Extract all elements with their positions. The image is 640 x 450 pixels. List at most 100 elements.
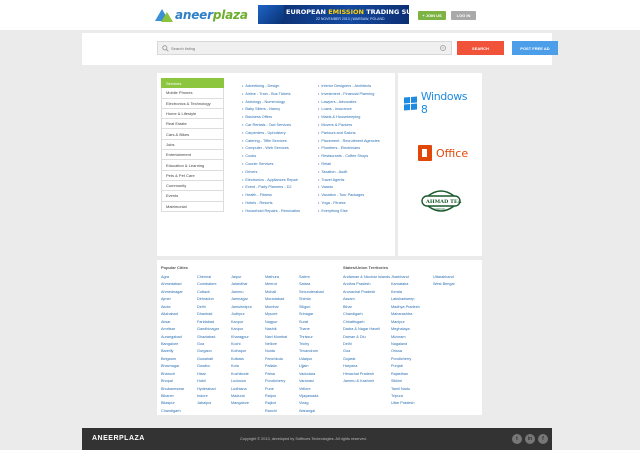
subcategory-link[interactable]: Household Repairs - Renovation (242, 209, 300, 217)
category-menu-item[interactable]: Mobile Phones (161, 88, 224, 99)
subcategory-link[interactable]: Interior Designers - Architects (318, 84, 380, 92)
city-link[interactable]: Ghaziabad (197, 335, 219, 342)
city-link[interactable]: Ludhiana (231, 387, 252, 394)
city-link[interactable]: Goa (197, 342, 219, 349)
state-link[interactable]: Uttar Pradesh (391, 401, 420, 408)
state-link[interactable]: Jharkhand (391, 275, 420, 282)
state-link[interactable]: Chandigarh (343, 312, 390, 319)
subcategory-link[interactable]: Baby Sitters - Nanny (242, 107, 300, 115)
subcategory-link[interactable]: Event - Party Planners - DJ (242, 185, 300, 193)
city-link[interactable]: Bhubaneswar (161, 387, 184, 394)
category-menu-item[interactable]: Real Estate (161, 119, 224, 130)
state-link[interactable]: Orissa (391, 349, 420, 356)
city-link[interactable]: Nashik (265, 327, 287, 334)
city-link[interactable]: Bikaner (161, 394, 184, 401)
subcategory-link[interactable]: Yoga - Fitness (318, 201, 380, 209)
subcategory-link[interactable]: Computer - Web Services (242, 146, 300, 154)
category-menu-item[interactable]: Cars & Bikes (161, 129, 224, 140)
state-link[interactable]: Tripura (391, 394, 420, 401)
city-link[interactable]: Ranchi (265, 409, 287, 416)
subcategory-link[interactable]: Hotels - Resorts (242, 201, 300, 209)
subcategory-link[interactable]: Courier Services (242, 162, 300, 170)
city-link[interactable]: Alwar (161, 320, 184, 327)
city-link[interactable]: Jamnagar (231, 297, 252, 304)
city-link[interactable]: Kozhikode (231, 372, 252, 379)
subcategory-link[interactable]: Vacation - Tour Packages (318, 193, 380, 201)
state-link[interactable]: Haryana (343, 364, 390, 371)
search-input[interactable] (171, 44, 421, 53)
city-link[interactable]: Moradabad (265, 297, 287, 304)
state-link[interactable]: Himachal Pradesh (343, 372, 390, 379)
category-menu-item[interactable]: Electronics & Technology (161, 98, 224, 109)
city-link[interactable]: Jaipur (231, 275, 252, 282)
city-link[interactable]: Kharagpur (231, 335, 252, 342)
subcategory-link[interactable]: Taxation - Audit (318, 170, 380, 178)
subcategory-link[interactable]: Airline - Train - Bus Tickets (242, 92, 300, 100)
state-link[interactable]: Arunachal Pradesh (343, 290, 390, 297)
city-link[interactable]: Jabalpur (197, 401, 219, 408)
search-button[interactable]: SEARCH (457, 41, 504, 55)
state-link[interactable]: West Bengal (433, 282, 454, 289)
state-link[interactable]: Karnataka (391, 282, 420, 289)
city-link[interactable]: Bharuch (161, 372, 184, 379)
city-link[interactable]: Kolkata (231, 357, 252, 364)
state-link[interactable]: Andaman & Nicobar Islands (343, 275, 390, 282)
subcategory-link[interactable]: Maids & Housekeeping (318, 115, 380, 123)
facebook-icon[interactable]: f (538, 434, 548, 444)
subcategory-link[interactable]: Electronics - Appliances Repair (242, 178, 300, 186)
join-us-button[interactable]: + JOIN US (418, 11, 446, 20)
city-link[interactable]: Dhanbad (197, 312, 219, 319)
subcategory-link[interactable]: Travel Agents (318, 178, 380, 186)
city-link[interactable]: Raipur (265, 394, 287, 401)
city-link[interactable]: Lucknow (231, 379, 252, 386)
city-link[interactable]: Gurgaon (197, 349, 219, 356)
city-link[interactable]: Amritsar (161, 327, 184, 334)
category-menu-item[interactable]: Pets & Pet Care (161, 170, 224, 181)
category-menu-item[interactable]: Entertainment (161, 150, 224, 161)
city-link[interactable]: Pune (265, 387, 287, 394)
office-ad[interactable]: Office (404, 141, 476, 165)
city-link[interactable]: Ujjain (299, 364, 324, 371)
category-menu-item[interactable]: Community (161, 180, 224, 192)
city-link[interactable]: Faridabad (197, 320, 219, 327)
city-link[interactable]: Trichy (299, 342, 324, 349)
city-link[interactable]: Belgaum (161, 357, 184, 364)
city-link[interactable]: Bhopal (161, 379, 184, 386)
windows-ad[interactable]: Windows 8 (404, 90, 476, 116)
search-field[interactable]: × (157, 41, 452, 55)
state-link[interactable]: Dadra & Nagar Haveli (343, 327, 390, 334)
city-link[interactable]: Coimbatore (197, 282, 219, 289)
city-link[interactable]: Secunderabad (299, 290, 324, 297)
city-link[interactable]: Ahmedabad (161, 282, 184, 289)
city-link[interactable]: Chennai (197, 275, 219, 282)
city-link[interactable]: Bareilly (161, 349, 184, 356)
subcategory-link[interactable]: Movers & Packers (318, 123, 380, 131)
state-link[interactable]: Manipur (391, 320, 420, 327)
linkedin-icon[interactable]: in (525, 434, 535, 444)
post-free-ad-button[interactable]: POST FREE AD (512, 41, 558, 55)
city-link[interactable]: Noida (265, 349, 287, 356)
city-link[interactable]: Bilaspur (161, 401, 184, 408)
city-link[interactable]: Jodhpur (231, 312, 252, 319)
state-link[interactable]: Andhra Pradesh (343, 282, 390, 289)
state-link[interactable]: Rajasthan (391, 372, 420, 379)
city-link[interactable]: Kota (231, 364, 252, 371)
subcategory-link[interactable]: Plumbers - Electricians (318, 146, 380, 154)
city-link[interactable]: Vizag (299, 401, 324, 408)
state-link[interactable]: Punjab (391, 364, 420, 371)
city-link[interactable]: Thrissur (299, 335, 324, 342)
city-link[interactable]: Kolhapur (231, 349, 252, 356)
city-link[interactable]: Rajkot (265, 401, 287, 408)
city-link[interactable]: Aurangabad (161, 335, 184, 342)
subcategory-link[interactable]: Investment - Financial Planning (318, 92, 380, 100)
city-link[interactable]: Vadodara (299, 372, 324, 379)
subcategory-link[interactable]: Car Rentals - Taxi Services (242, 123, 300, 131)
city-link[interactable]: Jalandhar (231, 282, 252, 289)
twitter-icon[interactable]: t (512, 434, 522, 444)
city-link[interactable]: Navi Mumbai (265, 335, 287, 342)
subcategory-link[interactable]: Everything Else (318, 209, 380, 217)
city-link[interactable]: Hisar (197, 372, 219, 379)
city-link[interactable]: Meerut (265, 282, 287, 289)
ahmad-tea-ad[interactable]: AHMAD TEA LONDON (404, 186, 476, 216)
subcategory-link[interactable]: Parlours and Salons (318, 131, 380, 139)
